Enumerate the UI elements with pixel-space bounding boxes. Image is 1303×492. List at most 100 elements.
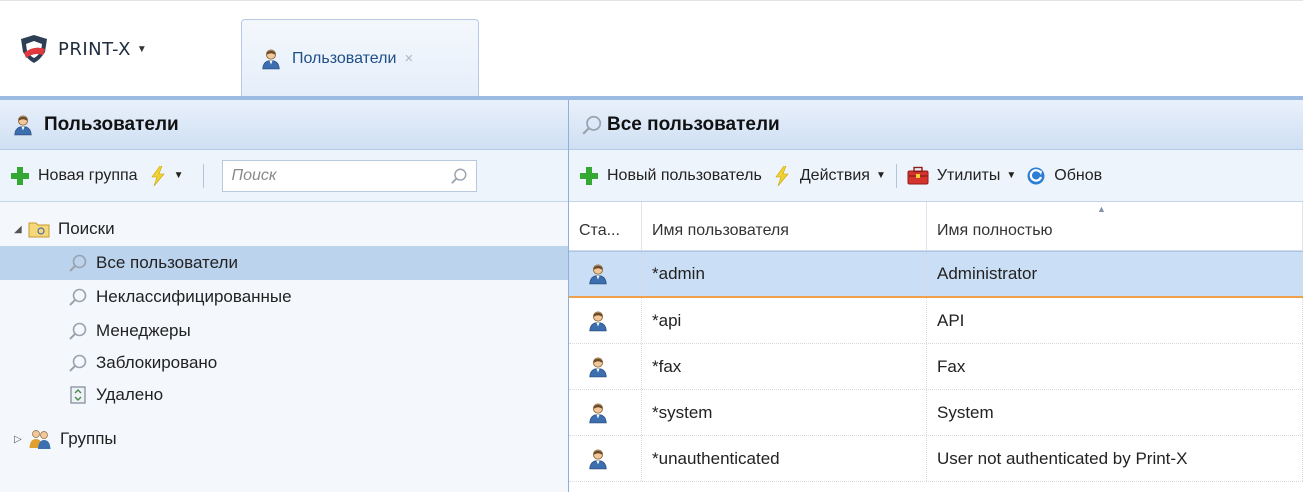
- chevron-down-icon: ▼: [1006, 170, 1017, 181]
- users-table-header: Ста... Имя пользователя ▲ Имя полностью: [569, 202, 1303, 251]
- fullname-cell: System: [927, 390, 1303, 435]
- utilities-label: Утилиты: [936, 166, 1001, 184]
- search-icon: [68, 321, 88, 341]
- brand-name: PRINT-X: [58, 38, 131, 60]
- group-icon: [29, 430, 51, 449]
- status-cell: [569, 252, 642, 296]
- right-panel-title: Все пользователи: [607, 113, 780, 135]
- sort-ascending-icon: ▲: [1097, 204, 1106, 214]
- new-user-button[interactable]: Новый пользователь: [579, 166, 762, 186]
- tab-label: Пользователи: [292, 49, 397, 67]
- tree-item-deleted[interactable]: Удалено: [0, 378, 568, 412]
- toolbar-divider: [203, 163, 205, 188]
- print-x-logo-icon: [21, 35, 47, 63]
- status-cell: [569, 298, 642, 343]
- table-row[interactable]: *fax Fax: [569, 344, 1303, 390]
- tree-item-blocked[interactable]: Заблокировано: [0, 348, 568, 378]
- expanded-triangle-icon[interactable]: ◢: [14, 224, 28, 235]
- column-header-label: Имя полностью: [937, 222, 1053, 239]
- tab-users[interactable]: Пользователи ×: [241, 19, 479, 97]
- plus-icon: [10, 166, 30, 186]
- new-user-label: Новый пользователь: [607, 166, 762, 184]
- lightning-icon: [772, 166, 792, 186]
- search-icon: [68, 253, 88, 273]
- tree-node-label: Группы: [60, 429, 117, 448]
- app-menu[interactable]: PRINT-X ▼: [18, 29, 147, 69]
- user-icon: [587, 448, 609, 470]
- actions-label: Действия: [799, 166, 870, 184]
- status-cell: [569, 436, 642, 481]
- search-icon[interactable]: [450, 167, 468, 185]
- close-icon[interactable]: ×: [404, 50, 413, 67]
- tree-item-all-users[interactable]: Все пользователи: [0, 246, 568, 280]
- top-bar: PRINT-X ▼ Пользователи ×: [0, 0, 1303, 97]
- right-panel-header: Все пользователи: [569, 100, 1303, 150]
- search-placeholder: Поиск: [231, 166, 277, 184]
- tree-item-label: Заблокировано: [96, 353, 218, 372]
- left-panel-title: Пользователи: [44, 113, 179, 135]
- search-icon: [68, 287, 88, 307]
- actions-dropdown-button[interactable]: ▼: [148, 166, 184, 186]
- right-toolbar: Новый пользователь Действия ▼ Утилиты ▼: [569, 150, 1303, 202]
- username-cell: *unauthenticated: [642, 436, 927, 481]
- user-icon: [587, 402, 609, 424]
- status-cell: [569, 344, 642, 389]
- toolbox-icon: [907, 166, 929, 184]
- plus-icon: [579, 166, 599, 186]
- user-icon: [260, 48, 282, 70]
- tree-node-label: Поиски: [58, 219, 115, 238]
- right-panel: Все пользователи Новый пользователь Дейс…: [569, 100, 1303, 492]
- column-header-fullname[interactable]: ▲ Имя полностью: [927, 202, 1303, 250]
- fullname-cell: User not authenticated by Print-X: [927, 436, 1303, 481]
- left-panel-header: Пользователи: [0, 100, 568, 150]
- tree-item-managers[interactable]: Менеджеры: [0, 314, 568, 348]
- search-icon: [68, 353, 88, 373]
- chevron-down-icon: ▼: [136, 43, 147, 55]
- new-group-label: Новая группа: [38, 166, 138, 184]
- user-tree: ◢ Поиски Все пользователи Неклассифициро…: [0, 202, 568, 456]
- left-panel: Пользователи Новая группа ▼ Поиск ◢ Поис…: [0, 100, 569, 492]
- column-header-status[interactable]: Ста...: [569, 202, 642, 250]
- table-row[interactable]: *system System: [569, 390, 1303, 436]
- fullname-cell: API: [927, 298, 1303, 343]
- table-row[interactable]: *unauthenticated User not authenticated …: [569, 436, 1303, 482]
- tree-node-searches[interactable]: ◢ Поиски: [0, 212, 568, 246]
- collapsed-triangle-icon[interactable]: ▷: [14, 434, 28, 445]
- fullname-cell: Administrator: [927, 252, 1303, 296]
- chevron-down-icon: ▼: [875, 170, 886, 181]
- utilities-button[interactable]: Утилиты ▼: [907, 166, 1016, 186]
- tree-item-label: Удалено: [96, 385, 164, 404]
- refresh-button[interactable]: Обнов: [1026, 166, 1102, 186]
- table-row[interactable]: *admin Administrator: [569, 251, 1303, 298]
- user-icon: [12, 114, 34, 136]
- tree-item-label: Неклассифицированные: [96, 287, 292, 306]
- table-row[interactable]: *api API: [569, 298, 1303, 344]
- tree-node-groups[interactable]: ▷ Группы: [0, 422, 568, 456]
- new-group-button[interactable]: Новая группа: [10, 166, 138, 186]
- status-cell: [569, 390, 642, 435]
- user-icon: [587, 310, 609, 332]
- username-cell: *admin: [642, 252, 927, 296]
- folder-icon: [28, 222, 50, 238]
- refresh-label: Обнов: [1054, 166, 1103, 184]
- search-icon: [581, 114, 603, 136]
- username-cell: *api: [642, 298, 927, 343]
- tree-item-label: Все пользователи: [96, 253, 238, 272]
- toolbar-divider: [895, 163, 897, 188]
- chevron-down-icon: ▼: [173, 170, 184, 181]
- actions-button[interactable]: Действия ▼: [772, 166, 886, 186]
- username-cell: *system: [642, 390, 927, 435]
- user-icon: [587, 263, 609, 285]
- lightning-icon: [148, 166, 168, 186]
- column-header-username[interactable]: Имя пользователя: [642, 202, 927, 250]
- recycle-bin-icon: [70, 386, 86, 404]
- left-toolbar: Новая группа ▼ Поиск: [0, 150, 568, 202]
- username-cell: *fax: [642, 344, 927, 389]
- search-input[interactable]: Поиск: [222, 159, 478, 192]
- refresh-icon: [1027, 167, 1045, 184]
- fullname-cell: Fax: [927, 344, 1303, 389]
- tree-item-unclassified[interactable]: Неклассифицированные: [0, 280, 568, 314]
- user-icon: [587, 356, 609, 378]
- tree-item-label: Менеджеры: [96, 321, 191, 340]
- users-table-body: *admin Administrator *api API *fax Fax *…: [569, 251, 1303, 482]
